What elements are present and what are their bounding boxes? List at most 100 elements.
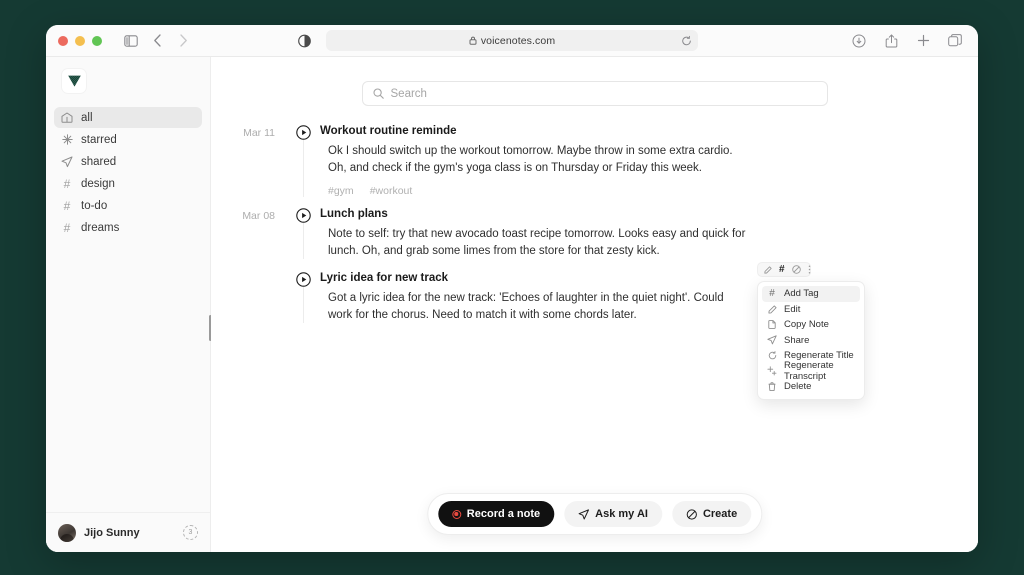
- menu-item-label: Add Tag: [784, 288, 819, 300]
- note-date: Mar 08: [242, 210, 275, 222]
- menu-item-copy-note[interactable]: Copy Note: [762, 317, 860, 333]
- search-placeholder: Search: [390, 87, 427, 100]
- zoom-window-button[interactable]: [92, 35, 102, 46]
- hash-icon: #: [63, 220, 71, 235]
- record-note-label: Record a note: [466, 508, 541, 520]
- note-title[interactable]: Lyric idea for new track: [320, 271, 448, 286]
- sidebar-item-label: all: [81, 111, 93, 124]
- note-tag[interactable]: #gym: [328, 185, 354, 197]
- search-container: Search: [211, 57, 978, 106]
- menu-item-regenerate-transcript[interactable]: Regenerate Transcript: [762, 360, 860, 382]
- sidebar-item-to-do[interactable]: # to-do: [54, 195, 202, 216]
- tabs-overview-icon[interactable]: [944, 30, 966, 52]
- menu-item-label: Copy Note: [784, 319, 829, 331]
- sidebar-toggle-icon[interactable]: [120, 30, 142, 52]
- sidebar-item-design[interactable]: # design: [54, 173, 202, 194]
- avatar: [58, 523, 76, 542]
- user-profile-row[interactable]: Jijo Sunny 3: [46, 512, 210, 552]
- minimize-window-button[interactable]: [75, 35, 85, 46]
- paper-plane-icon: [767, 335, 777, 345]
- hash-icon: #: [63, 176, 71, 191]
- record-circle-icon: [451, 509, 461, 519]
- browser-toolbar: voicenotes.com: [46, 25, 978, 57]
- reload-icon[interactable]: [681, 35, 692, 46]
- menu-item-edit[interactable]: Edit: [762, 302, 860, 318]
- sidebar-item-label: to-do: [81, 199, 108, 212]
- search-icon: [372, 88, 384, 99]
- edit-pencil-icon: [767, 304, 777, 314]
- note-date: Mar 11: [243, 127, 275, 139]
- edit-pencil-icon[interactable]: [764, 265, 772, 274]
- close-window-button[interactable]: [58, 35, 68, 46]
- record-note-button[interactable]: Record a note: [437, 501, 555, 527]
- circle-slash-icon[interactable]: [791, 265, 801, 274]
- browser-window: voicenotes.com all starred shared # desi…: [46, 25, 978, 552]
- play-icon[interactable]: [296, 125, 311, 140]
- more-vertical-icon[interactable]: [808, 265, 811, 274]
- lock-icon: [469, 36, 477, 45]
- note-transcript: Got a lyric idea for the new track: 'Ech…: [328, 292, 724, 321]
- menu-item-label: Edit: [784, 303, 801, 315]
- app-container: all starred shared # design # to-do # dr…: [46, 57, 978, 552]
- voicenotes-logo[interactable]: [62, 69, 86, 93]
- menu-item-label: Regenerate Transcript: [784, 360, 834, 383]
- sidebar-item-label: dreams: [81, 221, 120, 234]
- trash-icon: [767, 382, 777, 392]
- archive-icon: [61, 112, 73, 124]
- sidebar-item-label: shared: [81, 155, 117, 168]
- shield-privacy-icon[interactable]: [298, 34, 311, 47]
- paper-plane-icon: [578, 508, 589, 520]
- note-transcript: Note to self: try that new avocado toast…: [328, 228, 746, 257]
- note-tag[interactable]: #workout: [370, 185, 413, 197]
- refresh-icon: [767, 351, 777, 361]
- menu-item-label: Share: [784, 334, 810, 346]
- ask-my-ai-button[interactable]: Ask my AI: [564, 501, 662, 527]
- paper-plane-icon: [61, 156, 73, 168]
- circle-slash-icon: [686, 508, 697, 520]
- note-transcript: Ok I should switch up the workout tomorr…: [328, 145, 733, 174]
- hash-icon: #: [769, 287, 775, 299]
- main-content: Search Mar 11 Workout routine reminde Ok…: [211, 57, 978, 552]
- play-icon[interactable]: [296, 208, 311, 223]
- sidebar-nav: all starred shared # design # to-do # dr…: [46, 103, 210, 238]
- address-bar[interactable]: voicenotes.com: [326, 30, 698, 51]
- note-date: [211, 271, 296, 323]
- usage-badge[interactable]: 3: [183, 525, 198, 540]
- hash-icon[interactable]: #: [779, 264, 785, 275]
- sparkle-icon: [767, 366, 777, 376]
- play-icon[interactable]: [296, 272, 311, 287]
- window-traffic-lights: [58, 35, 102, 46]
- download-icon[interactable]: [848, 30, 870, 52]
- note-quick-actions-toolbar: #: [757, 262, 811, 277]
- plus-icon[interactable]: [912, 30, 934, 52]
- create-label: Create: [702, 508, 738, 520]
- menu-item-label: Delete: [784, 381, 812, 393]
- share-icon[interactable]: [880, 30, 902, 52]
- search-input[interactable]: Search: [361, 81, 828, 106]
- hash-icon: #: [63, 198, 71, 213]
- sidebar-item-starred[interactable]: starred: [54, 129, 202, 150]
- action-bar: Record a note Ask my AI Create: [426, 493, 763, 535]
- menu-item-share[interactable]: Share: [762, 333, 860, 349]
- note-item[interactable]: Mar 11 Workout routine reminde Ok I shou…: [211, 124, 978, 197]
- sidebar-item-shared[interactable]: shared: [54, 151, 202, 172]
- sidebar: all starred shared # design # to-do # dr…: [46, 57, 212, 552]
- menu-item-add-tag[interactable]: # Add Tag: [762, 286, 860, 302]
- url-text: voicenotes.com: [480, 34, 556, 47]
- sidebar-item-dreams[interactable]: # dreams: [54, 217, 202, 238]
- sidebar-item-label: starred: [81, 133, 117, 146]
- logo-container: [46, 57, 210, 103]
- note-item[interactable]: Mar 08 Lunch plans Note to self: try tha…: [211, 207, 978, 259]
- note-title[interactable]: Lunch plans: [320, 207, 388, 222]
- note-title[interactable]: Workout routine reminde: [320, 124, 457, 139]
- forward-chevron-icon[interactable]: [172, 30, 194, 52]
- back-chevron-icon[interactable]: [146, 30, 168, 52]
- sparkle-icon: [61, 134, 73, 146]
- sidebar-item-label: design: [81, 177, 115, 190]
- note-tags: #gym #workout: [328, 176, 958, 197]
- sidebar-item-all[interactable]: all: [54, 107, 202, 128]
- desktop-background: voicenotes.com all starred shared # desi…: [0, 0, 1024, 575]
- user-name: Jijo Sunny: [84, 526, 140, 539]
- note-context-menu: # # Add Tag Edit Copy Note Share Regener…: [757, 262, 865, 400]
- create-button[interactable]: Create: [671, 501, 752, 527]
